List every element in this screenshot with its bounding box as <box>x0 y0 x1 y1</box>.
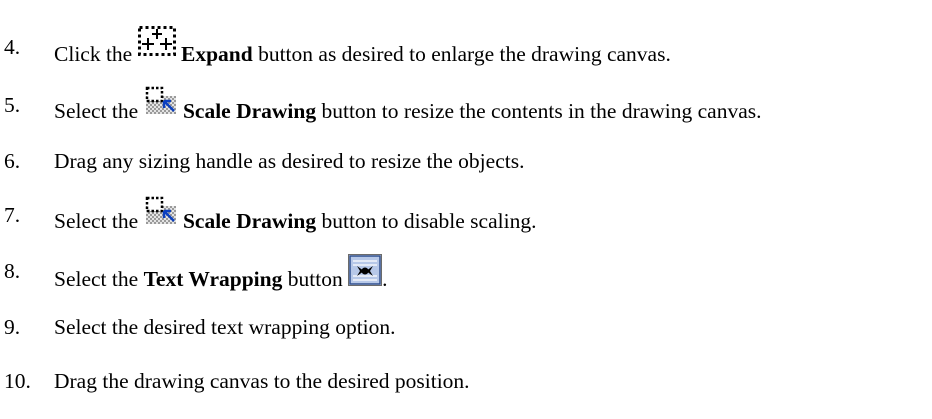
step-text-before: Select the <box>54 267 144 291</box>
step-number: 7. <box>4 203 21 227</box>
step-number: 10. <box>4 369 31 393</box>
expand-icon <box>137 26 176 56</box>
step-text-after: button <box>282 267 343 291</box>
step-number: 9. <box>4 315 21 339</box>
step-text-after: button to disable scaling. <box>316 209 537 233</box>
step-number: 6. <box>4 149 21 173</box>
step-text: Select the Scale Drawing button to resiz… <box>54 86 762 124</box>
scale-drawing-label: Scale Drawing <box>182 99 317 123</box>
step-number: 4. <box>4 35 21 59</box>
step-text: Drag the drawing canvas to the desired p… <box>54 369 470 393</box>
step-text-after: button as desired to enlarge the drawing… <box>252 42 671 66</box>
scale-drawing-icon <box>144 86 178 116</box>
step-text: Select the desired text wrapping option. <box>54 315 396 339</box>
step-text: Select the Scale Drawing button to disab… <box>54 196 537 234</box>
step-text-after: button to resize the contents in the dra… <box>316 99 762 123</box>
step-text: Select the Text Wrapping button . <box>54 254 388 292</box>
scale-drawing-icon <box>144 196 178 226</box>
step-text-before: Select the <box>54 209 139 233</box>
step-number: 5. <box>4 93 21 117</box>
step-text: Drag any sizing handle as desired to res… <box>54 149 525 173</box>
step-text-before: Select the <box>54 99 139 123</box>
step-text: Click the Expand button as desired to en… <box>54 26 671 67</box>
scale-drawing-label: Scale Drawing <box>182 209 317 233</box>
step-text-end: . <box>382 267 388 291</box>
expand-label: Expand <box>180 42 253 66</box>
text-wrapping-icon <box>348 254 383 286</box>
step-number: 8. <box>4 259 21 283</box>
text-wrapping-label: Text Wrapping <box>143 267 283 291</box>
step-text-before: Click the <box>54 42 133 66</box>
